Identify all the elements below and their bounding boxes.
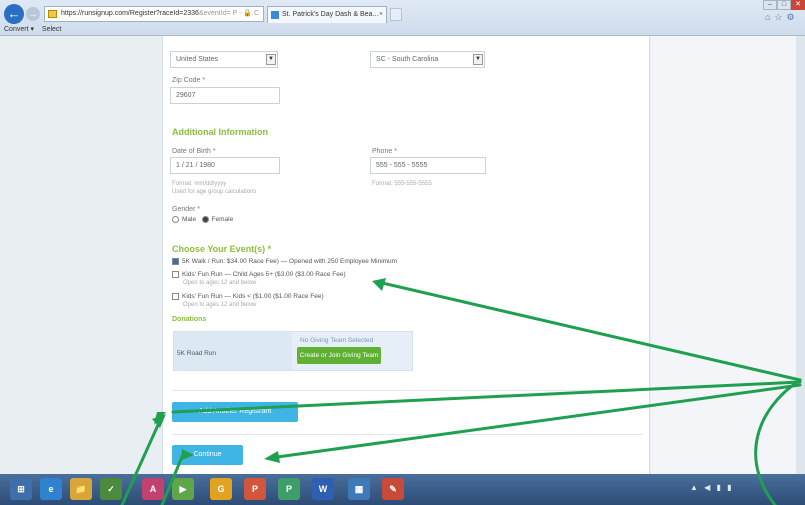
dob-label: Date of Birth * bbox=[172, 148, 216, 155]
event-2-checkbox[interactable] bbox=[172, 271, 179, 278]
phone-input[interactable]: 555 - 555 - 5555 bbox=[370, 157, 486, 174]
divider bbox=[172, 434, 642, 435]
new-tab-button[interactable] bbox=[390, 8, 402, 21]
gender-female-label: Female bbox=[211, 216, 234, 224]
word-taskbar-icon[interactable]: W bbox=[312, 478, 334, 500]
check-taskbar-icon[interactable]: ✓ bbox=[100, 478, 122, 500]
dob-hint: Format: mm/dd/yyyy bbox=[172, 181, 227, 187]
event-2-sub: Open to ages 12 and below bbox=[183, 280, 257, 286]
event-3-checkbox[interactable] bbox=[172, 293, 179, 300]
gender-male-radio[interactable] bbox=[172, 216, 179, 223]
tab-favicon-icon bbox=[271, 11, 279, 19]
dob-input[interactable]: 1 / 21 / 1980 bbox=[170, 157, 280, 174]
close-window-button[interactable]: ✕ bbox=[791, 0, 805, 10]
right-panel bbox=[651, 36, 796, 474]
event-3-sub: Open to ages 12 and below bbox=[183, 302, 257, 308]
event-1-label: 5K Walk / Run: $34.00 Race Fee) — Opened… bbox=[182, 258, 398, 266]
address-bar[interactable]: https://runsignup.com/Register?raceId=23… bbox=[44, 6, 264, 22]
gender-male-label: Male bbox=[182, 216, 197, 224]
event-option-3[interactable]: Kids' Fun Run — Kids < ($1.00 ($1.00 Rac… bbox=[172, 293, 324, 300]
chevron-down-icon: ▼ bbox=[266, 54, 276, 65]
phone-label: Phone * bbox=[372, 148, 397, 155]
zip-input[interactable]: 29607 bbox=[170, 87, 280, 104]
command-bar: Convert ▾ Select bbox=[0, 24, 805, 36]
country-value: United States bbox=[176, 56, 219, 63]
state-value: SC - South Carolina bbox=[376, 56, 439, 63]
gender-options: Male Female bbox=[172, 216, 233, 223]
additional-info-title: Additional Information bbox=[172, 127, 268, 137]
phone-value: 555 - 555 - 5555 bbox=[376, 162, 428, 169]
taskbar: ⊞ e 📁 ✓ A ▶ G P P W ▦ ✎ ▲ ◀ ▮ ▮ bbox=[0, 474, 805, 505]
access-taskbar-icon[interactable]: A bbox=[142, 478, 164, 500]
forward-button[interactable]: → bbox=[26, 7, 40, 21]
maximize-button[interactable]: □ bbox=[777, 0, 791, 10]
dob-hint-2: Used for age group calculations bbox=[172, 189, 257, 195]
pdf-taskbar-icon[interactable]: ✎ bbox=[382, 478, 404, 500]
browser-tab[interactable]: St. Patrick's Day Dash & Bea... × bbox=[267, 6, 387, 23]
divider bbox=[172, 390, 642, 391]
event-3-label: Kids' Fun Run — Kids < ($1.00 ($1.00 Rac… bbox=[182, 293, 324, 301]
browser-chrome: ← → https://runsignup.com/Register?raceI… bbox=[0, 0, 805, 36]
chevron-down-icon: ▼ bbox=[473, 54, 483, 65]
media-taskbar-icon[interactable]: ▶ bbox=[172, 478, 194, 500]
tab-title: St. Patrick's Day Dash & Bea... bbox=[282, 11, 379, 18]
donations-title: Donations bbox=[172, 316, 207, 323]
select-menu[interactable]: Select bbox=[42, 26, 61, 33]
event-1-checkbox[interactable] bbox=[172, 258, 179, 265]
donation-note: No Giving Team Selected bbox=[300, 337, 374, 344]
ie-taskbar-icon[interactable]: e bbox=[40, 478, 62, 500]
gender-label: Gender * bbox=[172, 206, 201, 213]
toolbar-icons[interactable]: ⌂☆⚙ bbox=[765, 12, 799, 23]
page-icon bbox=[48, 10, 57, 18]
event-option-2[interactable]: Kids' Fun Run — Child Ages 5+ ($3.00 ($3… bbox=[172, 271, 346, 278]
publisher-taskbar-icon[interactable]: P bbox=[278, 478, 300, 500]
page bbox=[0, 36, 805, 474]
event-option-1[interactable]: 5K Walk / Run: $34.00 Race Fee) — Opened… bbox=[172, 258, 397, 265]
state-select[interactable]: SC - South Carolina ▼ bbox=[370, 51, 485, 68]
start-button[interactable]: ⊞ bbox=[10, 478, 32, 500]
system-tray[interactable]: ▲ ◀ ▮ ▮ bbox=[690, 483, 734, 492]
app-taskbar-icon[interactable]: ▦ bbox=[348, 478, 370, 500]
minimize-button[interactable]: – bbox=[763, 0, 777, 10]
dob-value: 1 / 21 / 1980 bbox=[176, 162, 215, 169]
gender-female-radio[interactable] bbox=[201, 216, 209, 223]
chrome-taskbar-icon[interactable]: G bbox=[210, 478, 232, 500]
event-2-label: Kids' Fun Run — Child Ages 5+ ($3.00 ($3… bbox=[182, 271, 346, 279]
tab-close-icon[interactable]: × bbox=[379, 7, 383, 23]
address-url: https://runsignup.com/Register?raceId=23… bbox=[61, 10, 199, 17]
continue-button[interactable]: Continue bbox=[172, 445, 243, 465]
country-select[interactable]: United States ▼ bbox=[170, 51, 278, 68]
create-giving-team-button[interactable]: Create or Join Giving Team bbox=[297, 347, 381, 364]
donation-event-name: 5K Road Run bbox=[177, 350, 217, 357]
zip-label: Zip Code * bbox=[172, 77, 206, 84]
explorer-taskbar-icon[interactable]: 📁 bbox=[70, 478, 92, 500]
add-another-registrant-button[interactable]: Add Another Registrant bbox=[172, 402, 298, 422]
convert-menu[interactable]: Convert ▾ bbox=[4, 26, 34, 33]
address-url-tail: &eventId= P - 🔒 C bbox=[198, 10, 260, 17]
back-button[interactable]: ← bbox=[4, 4, 24, 24]
zip-value: 29607 bbox=[176, 92, 196, 99]
phone-hint: Format: 555-555-5555 bbox=[372, 181, 432, 187]
powerpoint-taskbar-icon[interactable]: P bbox=[244, 478, 266, 500]
scrollbar[interactable] bbox=[796, 36, 805, 474]
events-title: Choose Your Event(s) * bbox=[172, 244, 272, 254]
